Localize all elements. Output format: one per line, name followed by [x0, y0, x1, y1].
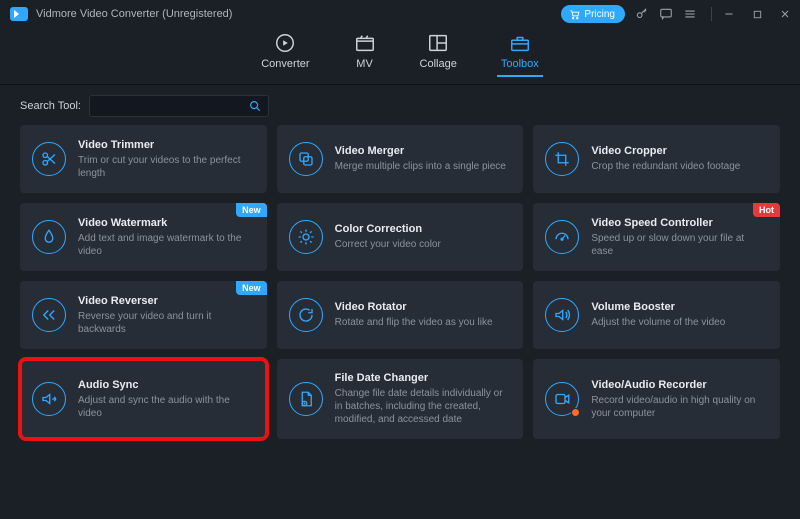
- cart-icon: [569, 9, 580, 20]
- pricing-label: Pricing: [584, 9, 615, 20]
- tool-title: Video Rotator: [335, 301, 493, 313]
- tool-video-merger[interactable]: Video Merger Merge multiple clips into a…: [277, 125, 524, 193]
- search-box[interactable]: [89, 95, 269, 117]
- maximize-icon: [752, 9, 763, 20]
- tool-desc: Speed up or slow down your file at ease: [591, 232, 768, 258]
- tool-title: Video Trimmer: [78, 139, 255, 151]
- window-controls: [722, 7, 792, 21]
- search-input[interactable]: [96, 100, 248, 112]
- main-nav: Converter MV Collage Toolbox: [0, 28, 800, 85]
- tab-converter[interactable]: Converter: [261, 32, 309, 76]
- key-icon: [635, 7, 649, 21]
- audiosync-icon: [32, 382, 66, 416]
- tool-color-correction[interactable]: Color Correction Correct your video colo…: [277, 203, 524, 271]
- tool-title: Video Speed Controller: [591, 217, 768, 229]
- volume-icon: [545, 298, 579, 332]
- tab-label: MV: [356, 58, 373, 70]
- tool-title: File Date Changer: [335, 372, 512, 384]
- tool-video-rotator[interactable]: Video Rotator Rotate and flip the video …: [277, 281, 524, 349]
- tab-collage[interactable]: Collage: [420, 32, 457, 76]
- filedate-icon: [289, 382, 323, 416]
- tool-file-date-changer[interactable]: File Date Changer Change file date detai…: [277, 359, 524, 439]
- pricing-button[interactable]: Pricing: [561, 5, 625, 23]
- tool-desc: Trim or cut your videos to the perfect l…: [78, 154, 255, 180]
- mv-icon: [354, 32, 376, 54]
- collage-icon: [427, 32, 449, 54]
- badge-new: New: [236, 281, 267, 295]
- sun-icon: [289, 220, 323, 254]
- tool-volume-booster[interactable]: Volume Booster Adjust the volume of the …: [533, 281, 780, 349]
- badge-new: New: [236, 203, 267, 217]
- tab-label: Collage: [420, 58, 457, 70]
- tab-label: Converter: [261, 58, 309, 70]
- scissors-icon: [32, 142, 66, 176]
- tab-mv[interactable]: MV: [354, 32, 376, 76]
- window-close-button[interactable]: [778, 7, 792, 21]
- watermark-icon: [32, 220, 66, 254]
- tool-title: Volume Booster: [591, 301, 725, 313]
- key-button[interactable]: [635, 7, 649, 21]
- toolbox-icon: [509, 32, 531, 54]
- tool-desc: Correct your video color: [335, 238, 441, 251]
- tool-audio-sync[interactable]: Audio Sync Adjust and sync the audio wit…: [20, 359, 267, 439]
- tool-video-watermark[interactable]: New Video Watermark Add text and image w…: [20, 203, 267, 271]
- titlebar-actions: [635, 7, 716, 21]
- tool-desc: Reverse your video and turn it backwards: [78, 310, 255, 336]
- tool-video-trimmer[interactable]: Video Trimmer Trim or cut your videos to…: [20, 125, 267, 193]
- tool-title: Color Correction: [335, 223, 441, 235]
- search-label: Search Tool:: [20, 100, 81, 112]
- tool-video-audio-recorder[interactable]: Video/Audio Recorder Record video/audio …: [533, 359, 780, 439]
- tool-video-reverser[interactable]: New Video Reverser Reverse your video an…: [20, 281, 267, 349]
- minimize-icon: [723, 8, 735, 20]
- tool-desc: Merge multiple clips into a single piece: [335, 160, 506, 173]
- rotate-icon: [289, 298, 323, 332]
- tool-title: Video Reverser: [78, 295, 255, 307]
- tool-desc: Add text and image watermark to the vide…: [78, 232, 255, 258]
- menu-button[interactable]: [683, 7, 697, 21]
- titlebar: Vidmore Video Converter (Unregistered) P…: [0, 0, 800, 28]
- recorder-icon: [545, 382, 579, 416]
- tool-desc: Rotate and flip the video as you like: [335, 316, 493, 329]
- tool-title: Video Merger: [335, 145, 506, 157]
- converter-icon: [274, 32, 296, 54]
- tool-title: Audio Sync: [78, 379, 255, 391]
- tool-video-speed-controller[interactable]: Hot Video Speed Controller Speed up or s…: [533, 203, 780, 271]
- crop-icon: [545, 142, 579, 176]
- tab-label: Toolbox: [501, 58, 539, 70]
- search-bar: Search Tool:: [0, 85, 800, 125]
- tab-toolbox[interactable]: Toolbox: [501, 32, 539, 76]
- close-icon: [779, 8, 791, 20]
- feedback-button[interactable]: [659, 7, 673, 21]
- titlebar-divider: [711, 7, 712, 21]
- tool-desc: Change file date details individually or…: [335, 387, 512, 426]
- window-minimize-button[interactable]: [722, 7, 736, 21]
- tool-desc: Record video/audio in high quality on yo…: [591, 394, 768, 420]
- tools-grid: Video Trimmer Trim or cut your videos to…: [0, 125, 800, 453]
- tool-desc: Crop the redundant video footage: [591, 160, 740, 173]
- search-icon: [248, 99, 262, 113]
- tool-title: Video Watermark: [78, 217, 255, 229]
- tool-title: Video/Audio Recorder: [591, 379, 768, 391]
- chat-icon: [659, 7, 673, 21]
- app-title: Vidmore Video Converter (Unregistered): [36, 8, 232, 20]
- merge-icon: [289, 142, 323, 176]
- notify-dot-icon: [571, 408, 580, 417]
- tool-title: Video Cropper: [591, 145, 740, 157]
- badge-hot: Hot: [753, 203, 780, 217]
- app-logo-icon: [10, 7, 28, 21]
- menu-icon: [683, 7, 697, 21]
- tool-desc: Adjust and sync the audio with the video: [78, 394, 255, 420]
- reverse-icon: [32, 298, 66, 332]
- tool-desc: Adjust the volume of the video: [591, 316, 725, 329]
- gauge-icon: [545, 220, 579, 254]
- window-maximize-button[interactable]: [750, 7, 764, 21]
- tool-video-cropper[interactable]: Video Cropper Crop the redundant video f…: [533, 125, 780, 193]
